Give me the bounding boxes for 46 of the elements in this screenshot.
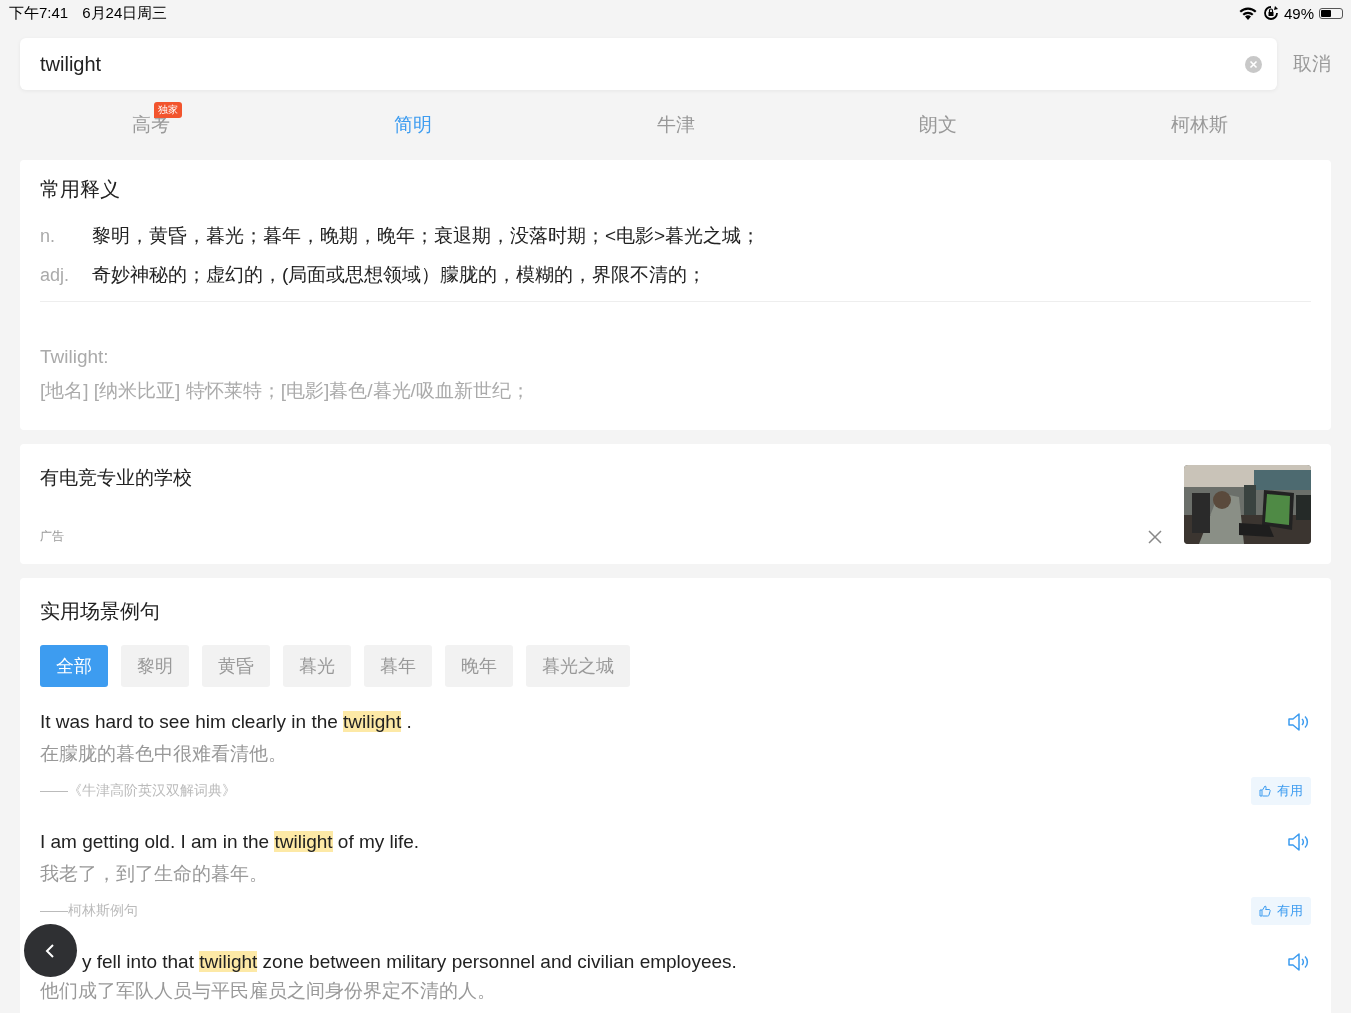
definition-text: 奇妙神秘的；虚幻的，(局面或思想领域）朦胧的，模糊的，界限不清的； (92, 263, 707, 287)
speaker-icon[interactable] (1287, 832, 1311, 852)
rotation-lock-icon (1262, 5, 1279, 21)
wifi-icon (1237, 5, 1258, 21)
filter-chip[interactable]: 黎明 (121, 645, 189, 687)
example-translation: 他们成了军队人员与平民雇员之间身份界定不清的人。 (40, 979, 497, 1003)
example-translation: 我老了，到了生命的暮年。 (40, 862, 269, 886)
battery-icon (1319, 7, 1343, 19)
dictionary-tab[interactable]: 简明 (394, 114, 433, 135)
exclusive-badge: 独家 (154, 102, 183, 118)
part-of-speech: adj. (40, 265, 71, 286)
ad-label: 广告 (40, 528, 65, 545)
definition-text: 黎明，黄昏，暮光；暮年，晚期，晚年；衰退期，没落时期；<电影>暮光之城； (92, 224, 761, 248)
useful-button[interactable]: 有用 (1251, 897, 1311, 925)
dictionary-tab[interactable]: 柯林斯 (1171, 114, 1229, 135)
dictionary-tab[interactable]: 牛津 (656, 114, 695, 135)
speaker-icon[interactable] (1287, 952, 1311, 972)
filter-chip[interactable]: 暮年 (364, 645, 432, 687)
cancel-button[interactable]: 取消 (1293, 51, 1331, 77)
thumbs-up-icon (1259, 785, 1271, 797)
ad-title[interactable]: 有电竞专业的学校 (40, 465, 1148, 491)
search-field[interactable]: twilight (20, 38, 1277, 90)
thumbs-up-icon (1259, 905, 1271, 917)
example-sentence: It was hard to see him clearly in the twilight . (40, 710, 412, 734)
filter-chip[interactable]: 暮光 (283, 645, 351, 687)
filter-chip[interactable]: 暮光之城 (526, 645, 630, 687)
example-translation: 在朦胧的暮色中很难看清他。 (40, 742, 288, 766)
proper-noun-text: [地名] [纳米比亚] 特怀莱特；[电影]暮色/暮光/吸血新世纪； (40, 379, 531, 403)
speaker-icon[interactable] (1287, 712, 1311, 732)
close-icon[interactable] (1148, 530, 1162, 544)
filter-chip[interactable]: 全部 (40, 645, 108, 687)
dictionary-tab[interactable]: 朗文 (918, 114, 957, 135)
section-title: 实用场景例句 (40, 599, 161, 624)
section-title: 常用释义 (40, 177, 121, 202)
example-source: ——柯林斯例句 (40, 902, 138, 920)
filter-chip[interactable]: 黄昏 (202, 645, 270, 687)
clear-icon[interactable] (1245, 55, 1262, 73)
battery-percent: 49% (1283, 4, 1314, 22)
proper-noun-label: Twilight: (40, 346, 110, 368)
status-date: 6月24日周三 (82, 3, 168, 23)
example-source: ——《牛津高阶英汉双解词典》 (40, 782, 236, 800)
part-of-speech: n. (40, 226, 56, 247)
useful-button[interactable]: 有用 (1251, 777, 1311, 805)
filter-chip[interactable]: 晚年 (445, 645, 513, 687)
status-time: 下午7:41 (9, 3, 69, 23)
example-sentence: I am getting old. I am in the twilight of my life. (40, 830, 420, 854)
